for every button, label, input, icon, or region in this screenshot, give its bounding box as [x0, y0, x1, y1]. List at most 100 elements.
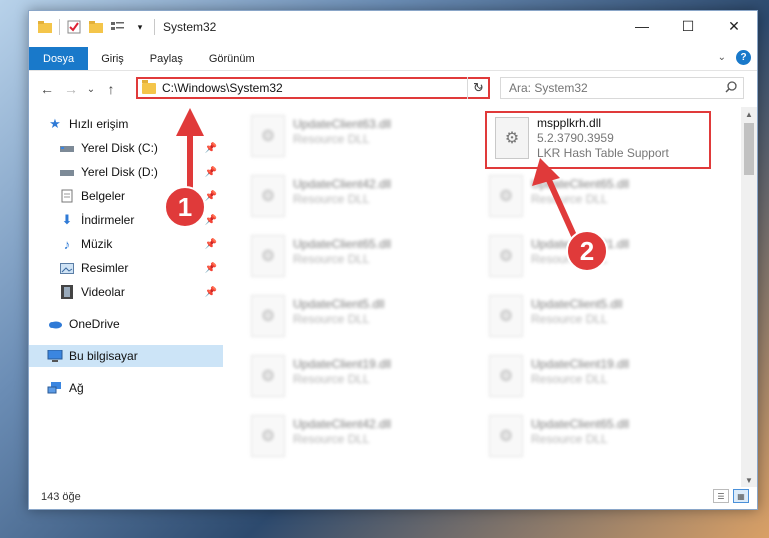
- qat-dropdown-icon[interactable]: ▾: [132, 19, 148, 35]
- tiles-view-icon[interactable]: ▦: [733, 489, 749, 503]
- vertical-scrollbar[interactable]: ▲ ▼: [741, 107, 757, 487]
- sidebar-item-videos[interactable]: Videolar 📌: [29, 281, 223, 303]
- document-icon: [59, 188, 75, 204]
- recent-locations-button[interactable]: ⌄: [83, 77, 99, 101]
- file-list: ⚙ UpdateClient63.dll Resource DLL ⚙ Updat…: [225, 107, 743, 485]
- maximize-button[interactable]: ☐: [665, 11, 711, 41]
- file-name: UpdateClient42.dll: [293, 417, 392, 431]
- sidebar-item-pictures[interactable]: Resimler 📌: [29, 257, 223, 279]
- ribbon-right-controls: ⌄ ?: [718, 50, 751, 65]
- dll-file-icon: ⚙: [495, 117, 529, 159]
- file-name: UpdateClient63.dll: [293, 117, 392, 131]
- search-box[interactable]: [500, 77, 744, 99]
- sidebar-item-documents[interactable]: Belgeler 📌: [29, 185, 223, 207]
- dll-file-icon: ⚙: [489, 175, 523, 217]
- sidebar-item-label: Videolar: [81, 285, 125, 299]
- drive-icon: [59, 164, 75, 180]
- minimize-button[interactable]: —: [619, 11, 665, 41]
- back-button[interactable]: ←: [35, 77, 59, 101]
- list-item[interactable]: ⚙ UpdateClient5.dll Resource DLL: [481, 291, 709, 343]
- quick-access-toolbar: ▾: [29, 19, 155, 35]
- view-options-icon[interactable]: [110, 19, 126, 35]
- forward-button[interactable]: →: [59, 77, 83, 101]
- close-button[interactable]: ✕: [711, 11, 757, 41]
- computer-icon: [47, 348, 63, 364]
- folder-icon: [142, 79, 156, 94]
- search-input[interactable]: [509, 81, 709, 95]
- video-icon: [59, 284, 75, 300]
- list-item[interactable]: ⚙ UpdateClient63.dll Resource DLL: [243, 111, 471, 163]
- properties-icon[interactable]: [66, 19, 82, 35]
- sidebar-item-label: Yerel Disk (C:): [81, 141, 158, 155]
- list-item[interactable]: ⚙ UpdateClient21.dll Resource DLL: [481, 231, 709, 283]
- file-description: Resource DLL: [293, 312, 370, 326]
- sidebar-item-disk-c[interactable]: Yerel Disk (C:) 📌: [29, 137, 223, 159]
- folder-icon: [37, 19, 53, 35]
- network-icon: [47, 380, 63, 396]
- refresh-button[interactable]: ↻: [467, 77, 489, 99]
- navigation-bar: ← → ⌄ ↑ C:\Windows\System32 ⌄ ↻: [29, 75, 757, 103]
- file-description: Resource DLL: [531, 372, 608, 386]
- tab-home[interactable]: Giriş: [88, 47, 137, 70]
- list-item[interactable]: ⚙ UpdateClient65.dll Resource DLL: [481, 411, 709, 463]
- address-bar[interactable]: C:\Windows\System32 ⌄: [136, 77, 490, 99]
- sidebar-item-label: Belgeler: [81, 189, 126, 203]
- highlighted-file[interactable]: ⚙ mspplkrh.dll 5.2.3790.3959 LKR Hash Ta…: [485, 111, 711, 169]
- sidebar-item-onedrive[interactable]: OneDrive: [29, 313, 223, 335]
- new-folder-icon[interactable]: [88, 19, 104, 35]
- ribbon-expand-icon[interactable]: ⌄: [718, 52, 726, 63]
- sidebar-item-disk-d[interactable]: Yerel Disk (D:) 📌: [29, 161, 223, 183]
- tab-file[interactable]: Dosya: [29, 47, 89, 70]
- picture-icon: [59, 260, 75, 276]
- title-bar: ▾ System32 — ☐ ✕: [29, 11, 757, 43]
- tab-share[interactable]: Paylaş: [137, 47, 196, 70]
- details-view-icon[interactable]: ☰: [713, 489, 729, 503]
- file-name: UpdateClient5.dll: [531, 297, 623, 311]
- sidebar-item-label: Bu bilgisayar: [69, 349, 138, 363]
- list-item[interactable]: ⚙ UpdateClient65.dll Resource DLL: [481, 171, 709, 223]
- sidebar-item-label: Müzik: [81, 237, 113, 251]
- download-icon: ⬇: [61, 212, 73, 227]
- pin-icon: 📌: [204, 286, 217, 298]
- pin-icon: 📌: [204, 238, 217, 250]
- list-item[interactable]: ⚙ UpdateClient42.dll Resource DLL: [243, 171, 471, 223]
- pin-icon: 📌: [204, 262, 217, 274]
- list-item[interactable]: ⚙ UpdateClient42.dll Resource DLL: [243, 411, 471, 463]
- sidebar-item-network[interactable]: Ağ: [29, 377, 223, 399]
- window-title: System32: [163, 20, 217, 34]
- sidebar-item-music[interactable]: ♪ Müzik 📌: [29, 233, 223, 255]
- pin-icon: 📌: [204, 190, 217, 202]
- up-button[interactable]: ↑: [99, 77, 123, 101]
- pin-icon: 📌: [204, 214, 217, 226]
- file-description: Resource DLL: [531, 432, 608, 446]
- view-buttons: ☰ ▦: [713, 489, 749, 503]
- music-icon: ♪: [63, 236, 71, 252]
- help-button[interactable]: ?: [736, 50, 751, 65]
- star-icon: ★: [49, 116, 61, 131]
- list-item[interactable]: ⚙ UpdateClient19.dll Resource DLL: [243, 351, 471, 403]
- pin-icon: 📌: [204, 166, 217, 178]
- cloud-icon: [47, 316, 63, 332]
- file-version: 5.2.3790.3959: [537, 131, 614, 145]
- file-name: UpdateClient42.dll: [293, 177, 392, 191]
- status-bar: 143 öğe ☰ ▦: [29, 485, 757, 509]
- sidebar-item-this-pc[interactable]: Bu bilgisayar: [29, 345, 223, 367]
- list-item[interactable]: ⚙ UpdateClient65.dll Resource DLL: [243, 231, 471, 283]
- sidebar-item-quick-access[interactable]: ★ Hızlı erişim: [29, 113, 223, 135]
- file-description: Resource DLL: [293, 132, 370, 146]
- file-description: Resource DLL: [293, 192, 370, 206]
- file-description: LKR Hash Table Support: [537, 146, 669, 160]
- scrollbar-thumb[interactable]: [744, 123, 754, 175]
- file-name: UpdateClient5.dll: [293, 297, 385, 311]
- dll-file-icon: ⚙: [489, 235, 523, 277]
- sidebar-item-downloads[interactable]: ⬇ İndirmeler 📌: [29, 209, 223, 231]
- dll-file-icon: ⚙: [251, 295, 285, 337]
- tab-view[interactable]: Görünüm: [196, 47, 268, 70]
- file-name: UpdateClient65.dll: [293, 237, 392, 251]
- file-description: Resource DLL: [531, 192, 608, 206]
- list-item[interactable]: ⚙ UpdateClient19.dll Resource DLL: [481, 351, 709, 403]
- list-item[interactable]: ⚙ UpdateClient5.dll Resource DLL: [243, 291, 471, 343]
- scroll-up-icon[interactable]: ▲: [741, 107, 757, 121]
- file-name: mspplkrh.dll: [537, 116, 602, 130]
- file-name: UpdateClient65.dll: [531, 177, 630, 191]
